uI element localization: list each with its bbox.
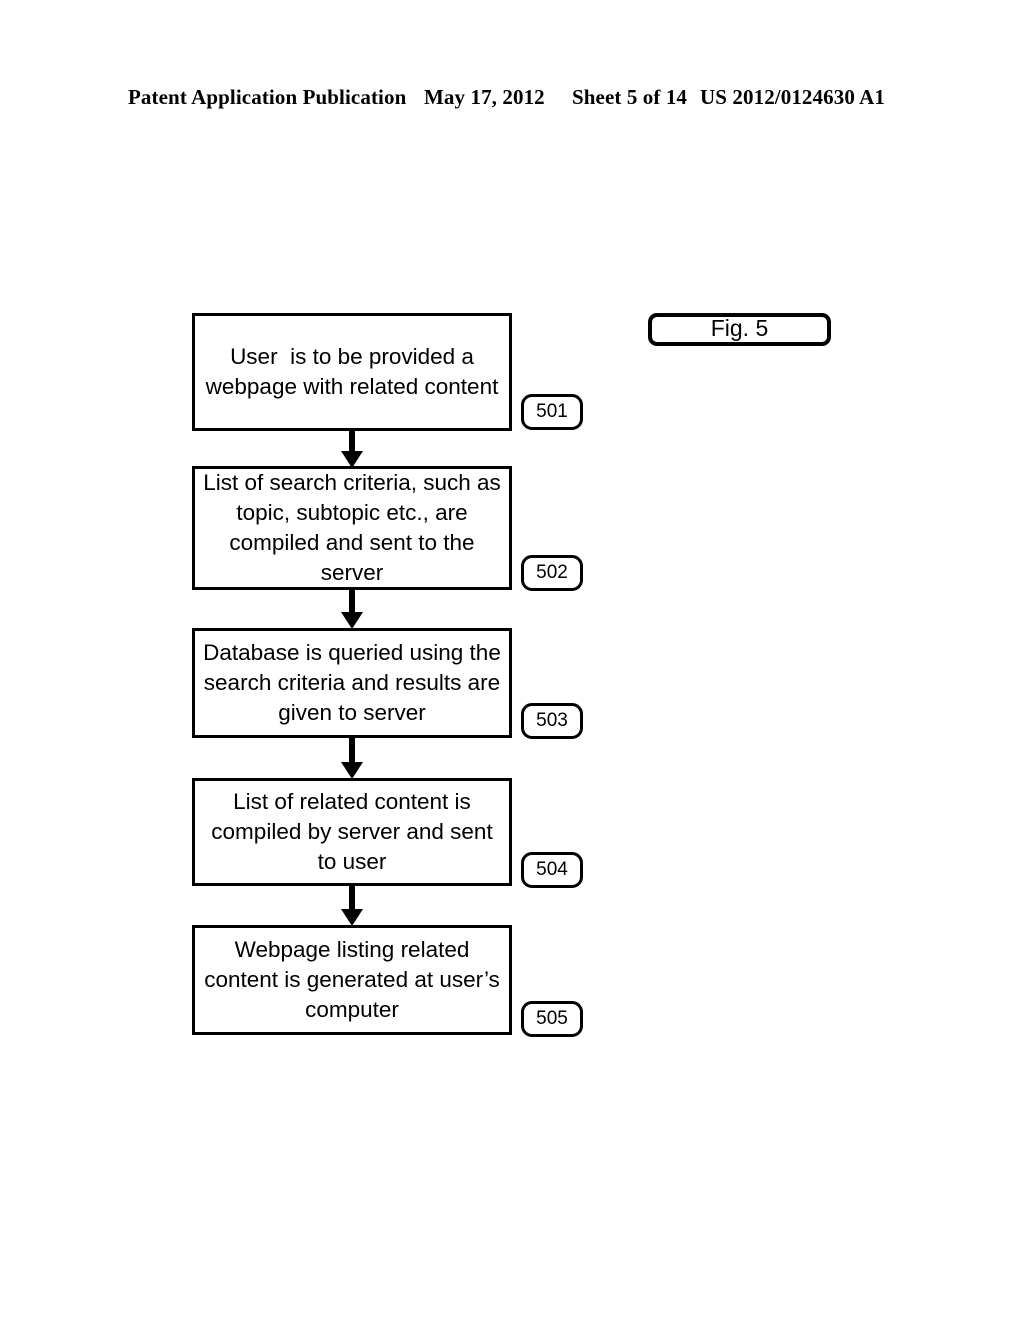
flowchart-step-504-label: List of related content is compiled by s… <box>211 789 499 874</box>
reference-tag-501-label: 501 <box>536 401 568 422</box>
reference-tag-502: 502 <box>521 555 583 591</box>
reference-tag-504: 504 <box>521 852 583 888</box>
reference-tag-503: 503 <box>521 703 583 739</box>
figure-label: Fig. 5 <box>648 313 831 346</box>
flow-arrow-504-to-505 <box>339 885 365 926</box>
reference-tag-502-label: 502 <box>536 562 568 583</box>
reference-tag-503-label: 503 <box>536 710 568 731</box>
flowchart-step-504: List of related content is compiled by s… <box>192 778 512 886</box>
flowchart-step-502: List of search criteria, such as topic, … <box>192 466 512 590</box>
reference-tag-505-label: 505 <box>536 1008 568 1029</box>
flowchart-step-503: Database is queried using the search cri… <box>192 628 512 738</box>
flow-arrow-503-to-504 <box>339 737 365 779</box>
flowchart-step-502-label: List of search criteria, such as topic, … <box>203 470 508 585</box>
flow-arrow-502-to-503 <box>339 589 365 629</box>
reference-tag-501: 501 <box>521 394 583 430</box>
reference-tag-504-label: 504 <box>536 859 568 880</box>
flowchart-step-505-label: Webpage listing related content is gener… <box>204 937 507 1022</box>
figure-label-text: Fig. 5 <box>710 315 769 341</box>
flowchart-step-501: User is to be provided a webpage with re… <box>192 313 512 431</box>
flowchart-step-501-label: User is to be provided a webpage with re… <box>205 344 499 399</box>
flow-arrow-501-to-502 <box>339 430 365 468</box>
flowchart-step-503-label: Database is queried using the search cri… <box>203 640 508 725</box>
flowchart-step-505: Webpage listing related content is gener… <box>192 925 512 1035</box>
reference-tag-505: 505 <box>521 1001 583 1037</box>
flowchart-diagram: User is to be provided a webpage with re… <box>0 0 1024 1320</box>
